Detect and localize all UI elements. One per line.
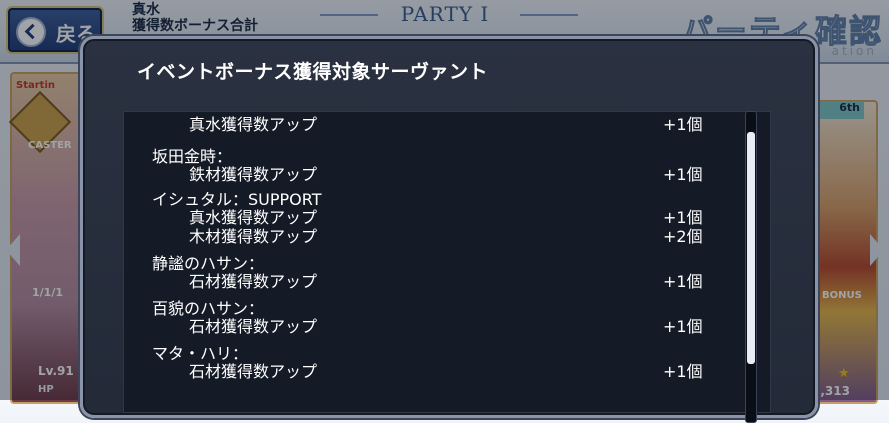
bonus-item-name: 木材獲得数アップ <box>189 227 318 246</box>
list-item: 石材獲得数アップ +1個 <box>83 268 709 291</box>
list-item: 石材獲得数アップ +1個 <box>83 358 709 381</box>
scrollbar[interactable] <box>745 111 757 423</box>
bonus-item-name: 石材獲得数アップ <box>189 317 318 336</box>
bonus-item-name: 石材獲得数アップ <box>189 272 318 291</box>
bonus-item-value: +1個 <box>663 272 703 291</box>
bonus-item-value: +1個 <box>663 317 703 336</box>
dialog-title: イベントボーナス獲得対象サーヴァント <box>137 61 489 83</box>
bonus-item-value: +2個 <box>663 227 703 246</box>
list-item: 真水獲得数アップ +1個 <box>83 111 709 134</box>
list-item: 石材獲得数アップ +1個 <box>83 313 709 336</box>
bonus-item-name: 石材獲得数アップ <box>189 362 318 381</box>
scrollbar-thumb[interactable] <box>747 132 755 364</box>
bonus-item-value: +1個 <box>663 165 703 184</box>
list-item: 木材獲得数アップ +2個 <box>83 223 709 246</box>
bonus-item-name: 鉄材獲得数アップ <box>189 165 318 184</box>
bonus-item-value: +1個 <box>663 362 703 381</box>
bonus-item-value: +1個 <box>663 115 703 134</box>
bonus-dialog: イベントボーナス獲得対象サーヴァント 真水獲得数アップ +1個 坂田金時： 鉄材獲得数… <box>80 36 818 423</box>
list-item: 鉄材獲得数アップ +1個 <box>83 161 709 184</box>
bonus-item-name: 真水獲得数アップ <box>189 115 318 134</box>
